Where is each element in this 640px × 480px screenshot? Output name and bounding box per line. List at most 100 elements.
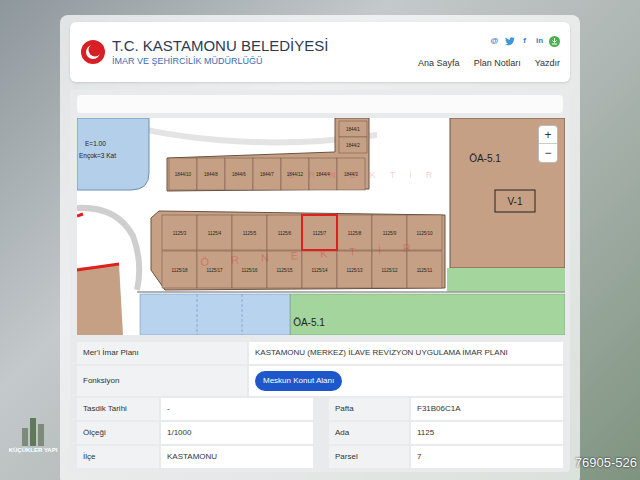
agency-logo: KÜÇÜKLER YAPI [6,416,60,454]
header: T.C. KASTAMONU BELEDİYESİ İMAR VE ŞEHİRC… [70,22,570,82]
content: 1844/101844/81844/61844/71844/121844/418… [70,90,570,472]
green-zone [447,268,565,292]
info-row: Ölçeği1/1000 Ada1125 [77,422,563,444]
info-value: 1125 [411,422,563,444]
social-link[interactable]: in [534,36,545,47]
info-label: İlçe [77,446,159,468]
parcel-label: 1125/17 [207,268,223,273]
info-label: Tasdik Tarihi [77,398,159,420]
parcel-label: 1844/8 [204,172,218,177]
parcel-block [167,118,369,191]
green-zone [290,294,565,335]
info-row: İlçeKASTAMONUParsel7 [77,446,563,468]
social-link[interactable]: @ [489,36,500,47]
parcel[interactable] [162,215,197,250]
residential-zone [77,118,149,190]
info-row: Mer'i İmar Planı KASTAMONU (MERKEZ) İLAV… [77,342,563,364]
map[interactable]: 1844/101844/81844/61844/71844/121844/418… [77,118,565,335]
social-link[interactable]: f [519,36,530,47]
nav-link[interactable]: Yazdır [535,57,560,71]
brand[interactable]: T.C. KASTAMONU BELEDİYESİ İMAR VE ŞEHİRC… [80,37,328,67]
school-zone [140,294,290,335]
info-row: Fonksiyon Meskun Konut Alanı [77,366,563,396]
parcel[interactable] [253,158,281,190]
info-value: 7 [411,446,563,468]
public-zone [450,118,565,268]
info-value: KASTAMONU (MERKEZ) İLAVE REVİZYON UYGULA… [249,342,563,364]
parcel-label: 1125/12 [382,268,398,273]
parcel-label: 1125/3 [173,231,187,236]
parcel[interactable] [407,251,442,288]
parcel[interactable] [197,158,225,190]
zone-label: ÖA-5.1 [469,153,501,164]
toolbar [77,95,563,113]
parcel[interactable] [162,251,197,288]
parcel-block [151,211,445,290]
parcel[interactable] [197,215,232,250]
crescent-logo-icon [80,39,106,65]
plan-note: E=1.00 [85,140,106,147]
parcel[interactable] [232,215,267,250]
parcel-label: 1125/14 [312,268,328,273]
info-label: Ada [329,422,409,444]
parcel[interactable] [372,251,407,288]
plan-canvas[interactable]: 1844/101844/81844/61844/71844/121844/418… [77,118,565,335]
info-label: Mer'i İmar Planı [77,342,247,364]
parcel-label: 1125/10 [417,231,433,236]
listing-id: 76905-526 [575,453,637,473]
info-row: Tasdik Tarihi-PaftaF31B06C1A [77,398,563,420]
parcel-label: 1125/4 [208,231,222,236]
parcel-label: 1125/18 [172,268,188,273]
parcel[interactable] [267,215,302,250]
zone-box [495,190,535,212]
parcel[interactable] [225,158,253,190]
parcel[interactable] [339,121,367,137]
nav-link[interactable]: Plan Notları [474,57,521,71]
watermark: ÖRNEKTİR [200,240,433,268]
zoom-control: + − [538,125,558,163]
info-label: Fonksiyon [77,366,247,396]
parcel-label: 1125/15 [277,268,293,273]
parcel-label: 1125/7 [313,231,327,236]
parcel-label: 1125/6 [278,231,292,236]
parcel[interactable] [169,158,197,190]
parcel-label: 1844/10 [175,172,192,177]
parcel-label: 1125/9 [383,231,397,236]
plan-note: Ençok=3 Kat [79,152,116,160]
parcel-block [77,264,123,335]
social-links: @ fin [489,36,560,47]
info-table: Mer'i İmar Planı KASTAMONU (MERKEZ) İLAV… [77,342,563,468]
parcel-label: 1125/11 [417,268,433,273]
zoom-out-button[interactable]: − [539,144,557,162]
info-label: Ölçeği [77,422,159,444]
boundary-line [77,214,83,216]
parcel-label: 1125/5 [243,231,257,236]
info-grid: Tasdik Tarihi-PaftaF31B06C1AÖlçeği1/1000… [77,398,563,468]
twitter-icon[interactable] [504,36,515,47]
info-label: Pafta [329,398,409,420]
parcel[interactable] [339,137,367,153]
selected-parcel-outline [302,215,337,250]
parcel-label: 1125/13 [347,268,363,273]
parcel-label: 1844/6 [232,172,246,177]
page-card: T.C. KASTAMONU BELEDİYESİ İMAR VE ŞEHİRC… [60,15,580,480]
site-subtitle: İMAR VE ŞEHİRCİLİK MÜDÜRLÜĞÜ [112,55,328,67]
info-label: Parsel [329,446,409,468]
nav: Ana Sayfa Plan Notları Yazdır [418,57,560,71]
function-badge[interactable]: Meskun Konut Alanı [255,371,342,391]
zone-label: V-1 [507,196,522,207]
parcel-label: 1844/1 [346,127,360,132]
parcel-label: 1844/7 [260,172,274,177]
info-value: F31B06C1A [411,398,563,420]
road-line [137,291,565,293]
download-icon[interactable] [549,36,560,47]
nav-link[interactable]: Ana Sayfa [418,57,460,71]
info-value: - [161,398,313,420]
parcel-label: 1844/2 [346,143,360,148]
site-title: T.C. KASTAMONU BELEDİYESİ [112,37,328,55]
zone-divider [197,294,242,335]
parcel[interactable] [302,215,337,250]
info-value: 1/1000 [161,422,313,444]
zone-label: ÖA-5.1 [293,317,325,328]
zoom-in-button[interactable]: + [539,126,557,144]
